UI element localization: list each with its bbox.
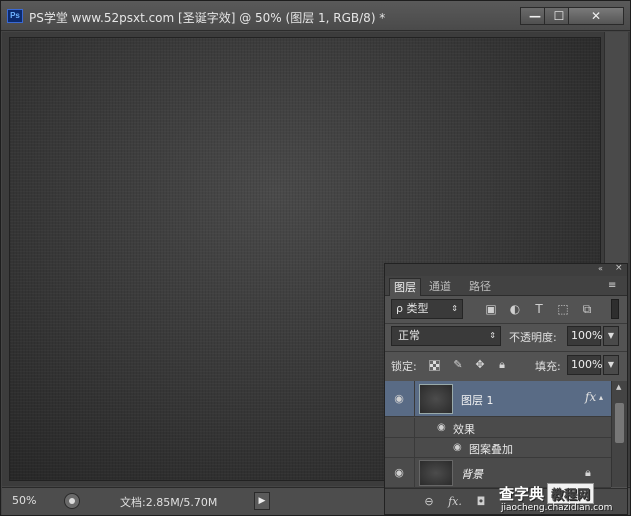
opacity-dropdown-icon[interactable]: ▼ — [603, 326, 619, 346]
fill-label: 填充: — [535, 360, 561, 373]
lock-transparent-pixels-icon[interactable] — [429, 360, 440, 371]
divider — [385, 323, 627, 324]
shape-layer-filter-icon[interactable]: ⬚ — [555, 301, 571, 317]
lock-all-icon[interactable]: 🔒︎ — [495, 358, 509, 372]
effects-group-row[interactable]: ◉ 效果 — [385, 418, 611, 438]
panel-tabs: 图层 通道 路径 ≡ — [385, 276, 627, 296]
add-layer-style-fx-icon[interactable]: fx. — [447, 494, 463, 510]
layer-name[interactable]: 背景 — [461, 466, 483, 482]
effects-label: 效果 — [453, 423, 475, 436]
visibility-column: ◉ — [385, 381, 415, 416]
pattern-overlay-eye-icon[interactable]: ◉ — [453, 442, 462, 453]
updown-arrows-icon: ⇕ — [451, 304, 458, 313]
filter-type-select[interactable]: ρ 类型 ⇕ — [391, 299, 463, 319]
panel-close-icon[interactable]: × — [615, 263, 623, 273]
collapse-panel-icon[interactable]: « — [598, 264, 603, 273]
tab-channels[interactable]: 通道 — [425, 278, 455, 296]
adjustment-layer-filter-icon[interactable]: ◐ — [507, 301, 523, 317]
layer-filter-row: ρ 类型 ⇕ ▣ ◐ T ⬚ ⧉ — [389, 299, 623, 321]
layers-panel: « × 图层 通道 路径 ≡ ρ 类型 ⇕ ▣ ◐ T ⬚ ⧉ 正常 ⇕ 不透明… — [384, 263, 628, 515]
scroll-up-arrow-icon[interactable]: ▲ — [616, 383, 621, 391]
fill-input[interactable]: 100% — [567, 355, 602, 375]
lock-image-pixels-brush-icon[interactable]: ✎ — [451, 358, 465, 372]
document-title: PS学堂 www.52psxt.com [圣诞字效] @ 50% (图层 1, … — [29, 11, 386, 25]
fill-dropdown-icon[interactable]: ▼ — [603, 355, 619, 375]
type-layer-filter-icon[interactable]: T — [531, 301, 547, 317]
blend-mode-value: 正常 — [398, 329, 420, 342]
divider — [385, 351, 627, 352]
layer-name[interactable]: 图层 1 — [461, 392, 494, 408]
layers-list: ◉ 图层 1 fx ▴ ◉ 效果 ◉ 图案叠加 ◉ 背景 🔒︎ — [385, 381, 611, 488]
tab-paths[interactable]: 路径 — [465, 278, 495, 296]
filter-type-label: 类型 — [406, 302, 429, 315]
layers-scrollbar[interactable]: ▲ — [611, 381, 627, 487]
add-mask-icon[interactable]: ◘ — [473, 494, 489, 510]
watermark-logo: 查字典 教程网 — [499, 483, 595, 504]
photoshop-icon: Ps — [7, 9, 23, 23]
zoom-level[interactable]: 50% — [12, 494, 36, 507]
close-button[interactable]: ✕ — [568, 7, 624, 25]
watermark-main-text: 查字典 — [499, 485, 545, 503]
title-bar: Ps PS学堂 www.52psxt.com [圣诞字效] @ 50% (图层 … — [1, 1, 630, 31]
status-info-icon[interactable] — [64, 493, 80, 509]
lock-row: 锁定: ✎ ✥ 🔒︎ 填充: 100% ▼ — [389, 355, 625, 377]
scrollbar-thumb[interactable] — [615, 403, 624, 443]
layer-thumbnail — [419, 460, 453, 486]
opacity-label: 不透明度: — [509, 331, 557, 344]
blend-mode-select[interactable]: 正常 ⇕ — [391, 326, 501, 346]
visibility-column — [385, 438, 415, 457]
search-icon: ρ — [396, 302, 403, 315]
status-menu-arrow-icon[interactable]: ▶ — [254, 492, 270, 510]
effect-item-row[interactable]: ◉ 图案叠加 — [385, 438, 611, 458]
updown-arrows-icon: ⇕ — [489, 331, 496, 340]
layer-lock-icon: 🔒︎ — [585, 466, 591, 479]
pixel-layer-filter-icon[interactable]: ▣ — [483, 301, 499, 317]
panel-header-bar: « × — [385, 263, 627, 276]
opacity-input[interactable]: 100% — [567, 326, 602, 346]
watermark-box-text: 教程网 — [547, 483, 595, 504]
visibility-column: ◉ — [385, 458, 415, 487]
visibility-column — [385, 418, 415, 437]
link-layers-icon[interactable]: ⊖ — [421, 494, 437, 510]
layer-row-layer1[interactable]: ◉ 图层 1 fx ▴ — [385, 381, 611, 417]
lock-position-move-icon[interactable]: ✥ — [473, 358, 487, 372]
effects-eye-icon[interactable]: ◉ — [437, 422, 446, 433]
watermark: 查字典 教程网 jiaocheng.chazidian.com — [493, 481, 629, 515]
lock-label: 锁定: — [391, 360, 417, 373]
document-size-info: 文档:2.85M/5.70M — [120, 496, 218, 509]
photoshop-window: Ps PS学堂 www.52psxt.com [圣诞字效] @ 50% (图层 … — [0, 0, 631, 516]
blend-row: 正常 ⇕ 不透明度: 100% ▼ — [389, 326, 625, 348]
smart-object-filter-icon[interactable]: ⧉ — [579, 301, 595, 317]
panel-menu-icon[interactable]: ≡ — [608, 280, 616, 291]
tab-layers[interactable]: 图层 — [389, 278, 421, 296]
layer-thumbnail — [419, 384, 453, 414]
watermark-url: jiaocheng.chazidian.com — [501, 503, 613, 513]
eye-visibility-icon[interactable]: ◉ — [391, 466, 407, 480]
filter-toggle-switch[interactable] — [611, 299, 619, 319]
pattern-overlay-label: 图案叠加 — [469, 443, 513, 456]
fx-effects-icon[interactable]: fx — [585, 390, 596, 404]
eye-visibility-icon[interactable]: ◉ — [391, 392, 407, 406]
expand-effects-chevron-icon[interactable]: ▴ — [599, 393, 603, 402]
